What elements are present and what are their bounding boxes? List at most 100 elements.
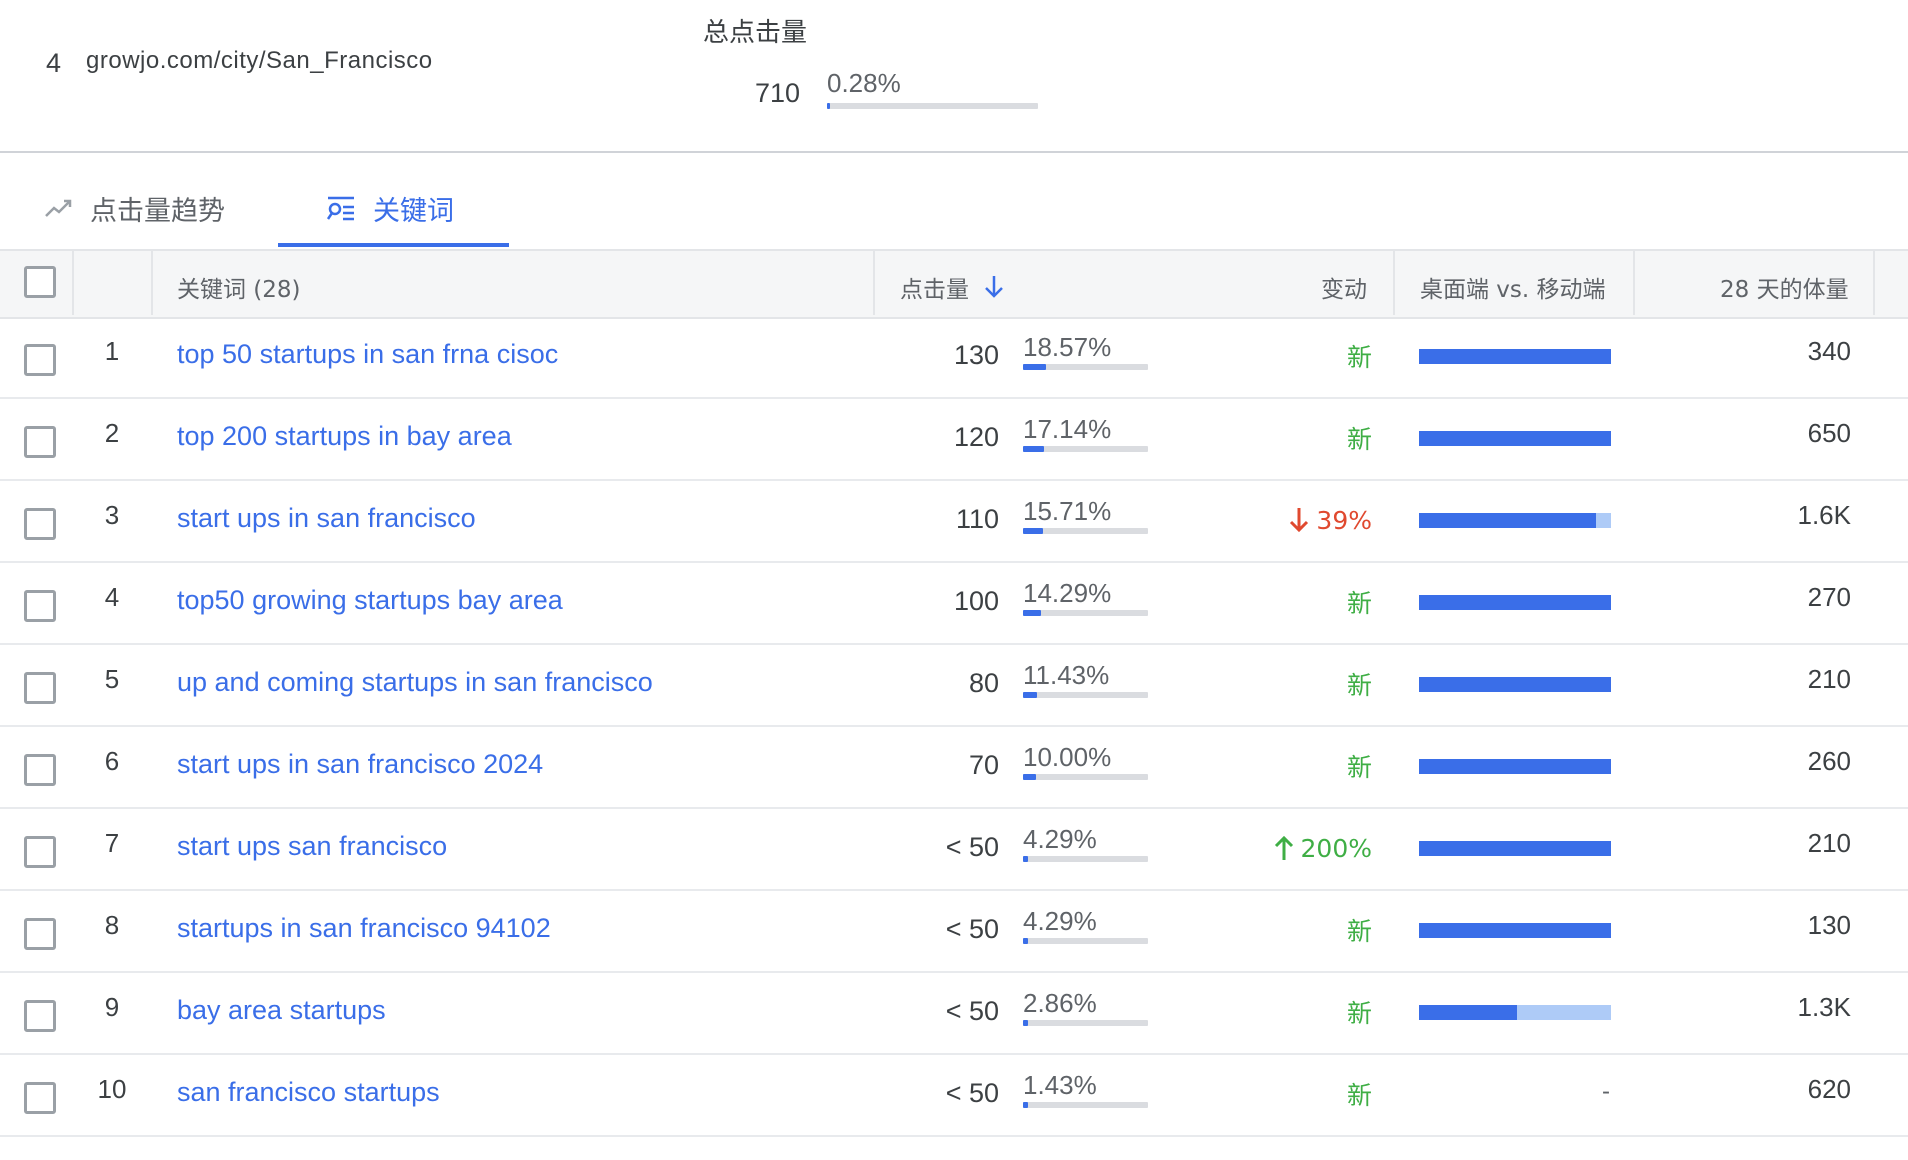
row-click-percent: 15.71% <box>1023 496 1112 526</box>
header-desktop-vs-mobile[interactable]: 桌面端 vs. 移动端 <box>1420 270 1606 304</box>
header-change[interactable]: 变动 <box>1321 270 1367 304</box>
row-clicks: 100 <box>953 586 999 616</box>
change-new-badge: 新 <box>1346 343 1372 372</box>
row-volume: 340 <box>1807 336 1851 366</box>
row-change: 新 <box>1212 748 1372 784</box>
keyword-link[interactable]: san francisco startups <box>177 1077 440 1108</box>
row-number: 2 <box>104 418 120 448</box>
active-tab-indicator <box>278 243 509 247</box>
keyword-link[interactable]: startups in san francisco 94102 <box>177 913 551 944</box>
keyword-link[interactable]: start ups san francisco <box>177 831 447 862</box>
row-change: 新 <box>1212 1076 1372 1112</box>
total-clicks-percent: 0.28% <box>827 68 901 98</box>
table-row[interactable]: 4 top50 growing startups bay area 100 14.29… <box>0 563 1908 645</box>
row-checkbox[interactable] <box>24 836 56 868</box>
keyword-link[interactable]: bay area startups <box>177 995 386 1026</box>
keyword-list-icon <box>325 194 357 222</box>
desktop-mobile-bar <box>1419 923 1611 938</box>
row-checkbox[interactable] <box>24 508 56 540</box>
tab-click-trend[interactable]: 点击量趋势 <box>44 188 225 228</box>
table-row[interactable]: 5 up and coming startups in san francisco… <box>0 645 1908 727</box>
keyword-link[interactable]: top 50 startups in san frna cisoc <box>177 339 558 370</box>
row-clicks: 70 <box>968 750 999 780</box>
row-clicks: < 50 <box>945 996 999 1026</box>
total-clicks-value: 710 <box>755 78 801 108</box>
desktop-share-fill <box>1419 841 1611 856</box>
header-separator <box>1393 251 1395 315</box>
row-click-percent: 2.86% <box>1023 988 1097 1018</box>
header-keyword[interactable]: 关键词 (28) <box>177 270 301 304</box>
sort-desc-icon[interactable] <box>983 274 1005 300</box>
row-change: 新 <box>1212 912 1372 948</box>
desktop-share-fill <box>1419 349 1611 364</box>
table-row[interactable]: 3 start ups in san francisco 110 15.71% 39% 1… <box>0 481 1908 563</box>
row-checkbox[interactable] <box>24 1082 56 1114</box>
keyword-link[interactable]: top50 growing startups bay area <box>177 585 563 616</box>
row-click-share-bar <box>1023 774 1148 780</box>
row-click-share-bar <box>1023 364 1148 370</box>
row-click-percent: 4.29% <box>1023 906 1097 936</box>
row-number: 4 <box>104 582 120 612</box>
table-row[interactable]: 7 start ups san francisco < 50 4.29% 200% 210 <box>0 809 1908 891</box>
row-volume: 210 <box>1807 828 1851 858</box>
row-checkbox[interactable] <box>24 754 56 786</box>
desktop-share-fill <box>1419 513 1596 528</box>
row-click-share-fill <box>1023 528 1043 534</box>
keyword-link[interactable]: start ups in san francisco 2024 <box>177 749 543 780</box>
table-row[interactable]: 2 top 200 startups in bay area 120 17.14% 新 6… <box>0 399 1908 481</box>
row-click-share-fill <box>1023 774 1036 780</box>
change-new-badge: 新 <box>1346 425 1372 454</box>
table-row[interactable]: 10 san francisco startups < 50 1.43% 新 - 620 <box>0 1055 1908 1137</box>
change-value: 39% <box>1316 505 1372 535</box>
row-clicks: < 50 <box>945 832 999 862</box>
change-value: 200% <box>1300 833 1372 863</box>
row-click-share-bar <box>1023 1020 1148 1026</box>
tab-keywords-label: 关键词 <box>373 195 454 227</box>
row-clicks: < 50 <box>945 914 999 944</box>
row-clicks: 120 <box>953 422 999 452</box>
keyword-link[interactable]: start ups in san francisco <box>177 503 476 534</box>
row-number: 5 <box>104 664 120 694</box>
select-all-checkbox[interactable] <box>24 266 56 298</box>
table-row[interactable]: 9 bay area startups < 50 2.86% 新 1.3K <box>0 973 1908 1055</box>
row-change: 新 <box>1212 994 1372 1030</box>
desktop-share-fill <box>1419 431 1611 446</box>
header-volume[interactable]: 28 天的体量 <box>1720 270 1849 304</box>
row-checkbox[interactable] <box>24 344 56 376</box>
keyword-link[interactable]: top 200 startups in bay area <box>177 421 512 452</box>
row-number: 3 <box>104 500 120 530</box>
row-volume: 650 <box>1807 418 1851 448</box>
row-checkbox[interactable] <box>24 426 56 458</box>
row-click-share-bar <box>1023 610 1148 616</box>
row-click-share-fill <box>1023 1102 1028 1108</box>
row-checkbox[interactable] <box>24 672 56 704</box>
row-click-share-fill <box>1023 364 1047 370</box>
desktop-mobile-bar <box>1419 841 1611 856</box>
row-click-share-bar <box>1023 1102 1148 1108</box>
row-click-share-fill <box>1023 938 1029 944</box>
desktop-mobile-bar <box>1419 759 1611 774</box>
row-click-percent: 1.43% <box>1023 1070 1097 1100</box>
row-checkbox[interactable] <box>24 918 56 950</box>
keyword-link[interactable]: up and coming startups in san francisco <box>177 667 653 698</box>
row-click-share-bar <box>1023 528 1148 534</box>
total-clicks-bar <box>827 103 1038 109</box>
desktop-mobile-bar <box>1419 595 1611 610</box>
change-new-badge: 新 <box>1346 1081 1372 1110</box>
row-number: 1 <box>104 336 120 366</box>
table-row[interactable]: 1 top 50 startups in san frna cisoc 130 18.… <box>0 317 1908 399</box>
change-new-badge: 新 <box>1346 999 1372 1028</box>
table-row[interactable]: 6 start ups in san francisco 2024 70 10.00%… <box>0 727 1908 809</box>
row-checkbox[interactable] <box>24 1000 56 1032</box>
row-click-share-bar <box>1023 856 1148 862</box>
row-clicks: 110 <box>955 504 999 534</box>
row-volume: 620 <box>1807 1074 1851 1104</box>
row-click-percent: 18.57% <box>1023 332 1112 362</box>
header-separator <box>1873 251 1875 315</box>
table-row[interactable]: 8 startups in san francisco 94102 < 50 4.29… <box>0 891 1908 973</box>
desktop-mobile-bar <box>1419 513 1611 528</box>
row-checkbox[interactable] <box>24 590 56 622</box>
row-number: 10 <box>97 1074 127 1104</box>
header-clicks[interactable]: 点击量 <box>900 270 1005 304</box>
tab-keywords[interactable]: 关键词 <box>325 188 454 228</box>
